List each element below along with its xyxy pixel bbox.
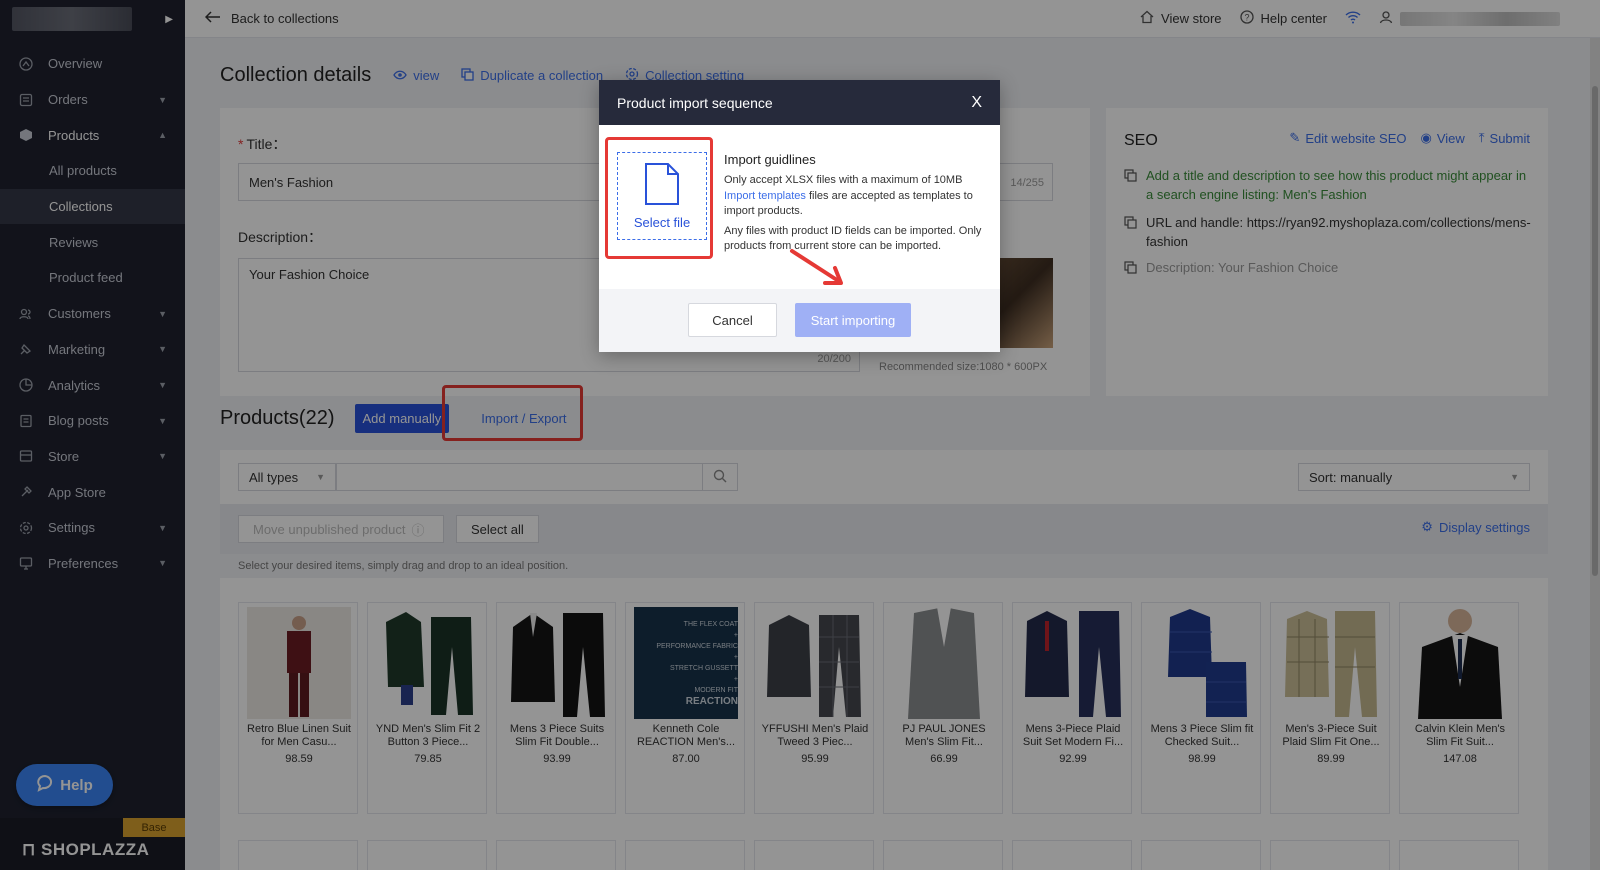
import-templates-link[interactable]: Import templates	[724, 190, 806, 202]
guideline-size: Only accept XLSX files with a maximum of…	[724, 174, 963, 186]
start-importing-button[interactable]: Start importing	[795, 303, 911, 337]
annotation-arrow-icon	[790, 249, 843, 285]
highlight-select-file	[605, 137, 713, 259]
cancel-button[interactable]: Cancel	[688, 303, 777, 337]
close-icon[interactable]: X	[971, 94, 982, 112]
product-import-modal: Product import sequence X Select file Im…	[599, 80, 1000, 352]
guideline-template: Import templates files are accepted as t…	[724, 189, 973, 218]
guidelines-title: Import guidlines	[724, 152, 816, 167]
guideline-product-id: Any files with product ID fields can be …	[724, 224, 982, 253]
modal-footer: Cancel Start importing	[599, 289, 1000, 352]
modal-header: Product import sequence X	[599, 80, 1000, 125]
modal-title: Product import sequence	[617, 94, 773, 111]
import-guidelines: Import guidlines Only accept XLSX files …	[724, 152, 986, 255]
